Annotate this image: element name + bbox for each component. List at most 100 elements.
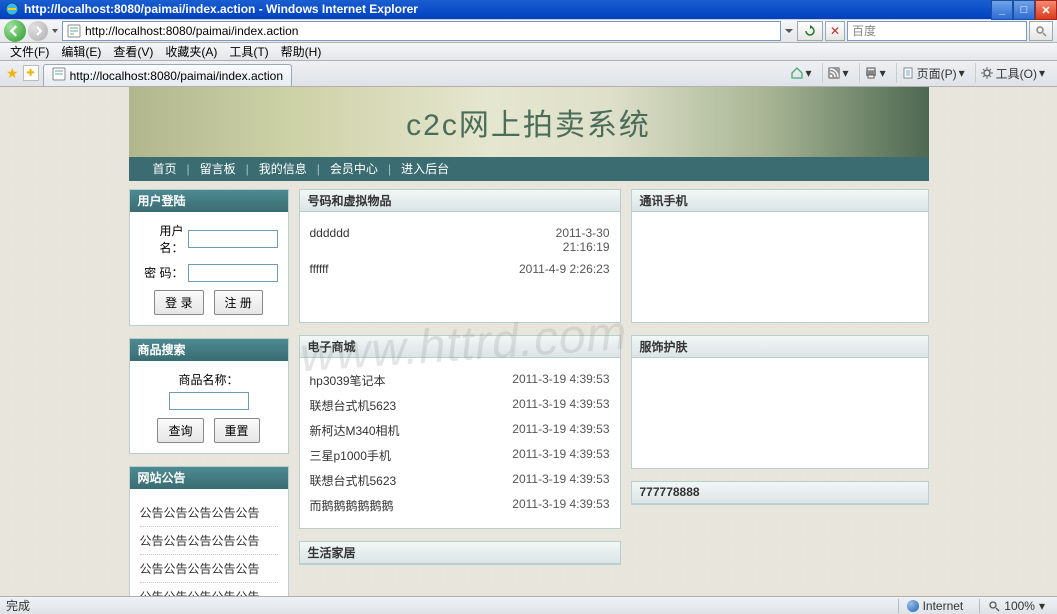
favorites-star-icon[interactable]: ★ <box>6 65 19 82</box>
refresh-button[interactable] <box>797 21 823 41</box>
item-name: 联想台式机5623 <box>310 397 397 414</box>
tab-title: http://localhost:8080/paimai/index.actio… <box>70 69 283 83</box>
login-panel: 用户登陆 用户名： 密 码： 登 录 <box>129 189 289 326</box>
minimize-button[interactable]: _ <box>991 0 1013 20</box>
item-time: 2011-3-30 21:16:19 <box>556 226 610 254</box>
item-name: dddddd <box>310 226 350 254</box>
search-query-button[interactable]: 查询 <box>157 418 203 443</box>
item-time: 2011-3-19 4:39:53 <box>512 397 609 414</box>
notice-item[interactable]: 公告公告公告公告公告 <box>140 499 278 527</box>
login-header: 用户登陆 <box>130 190 288 212</box>
item-name: 联想台式机5623 <box>310 472 397 489</box>
menu-bar: 文件(F) 编辑(E) 查看(V) 收藏夹(A) 工具(T) 帮助(H) <box>0 43 1057 61</box>
clothing-header: 服饰护肤 <box>632 336 928 358</box>
forward-button[interactable] <box>28 21 48 41</box>
tab-bar: ★ ✚ http://localhost:8080/paimai/index.a… <box>0 61 1057 87</box>
feeds-button[interactable]: ▾ <box>822 63 853 83</box>
stop-button[interactable]: ✕ <box>825 21 845 41</box>
search-placeholder: 百度 <box>852 22 876 39</box>
notice-item[interactable]: 公告公告公告公告公告 <box>140 583 278 596</box>
item-name: ffffff <box>310 262 329 276</box>
search-panel: 商品搜索 商品名称： 查询 重置 <box>129 338 289 454</box>
add-favorite-button[interactable]: ✚ <box>23 65 39 81</box>
window-titlebar: http://localhost:8080/paimai/index.actio… <box>0 0 1057 19</box>
menu-view[interactable]: 查看(V) <box>109 43 157 60</box>
list-item[interactable]: hp3039笔记本 2011-3-19 4:39:53 <box>310 368 610 393</box>
close-button[interactable]: ✕ <box>1035 0 1057 20</box>
site-banner: c2c网上拍卖系统 <box>129 87 929 157</box>
address-dropdown-icon[interactable] <box>783 25 795 37</box>
back-button[interactable] <box>4 20 26 42</box>
notice-header: 网站公告 <box>130 467 288 489</box>
rss-icon <box>827 66 841 80</box>
ie-icon <box>4 1 20 17</box>
item-time: 2011-3-19 4:39:53 <box>512 447 609 464</box>
history-dropdown-icon[interactable] <box>50 26 60 36</box>
password-input[interactable] <box>188 264 278 282</box>
list-item[interactable]: 而鹅鹅鹅鹅鹅鹅2011-3-19 4:39:53 <box>310 493 610 518</box>
site-nav: 首页| 留言板| 我的信息| 会员中心| 进入后台 <box>129 157 929 181</box>
list-item[interactable]: 三星p1000手机 2011-3-19 4:39:53 <box>310 443 610 468</box>
list-item[interactable]: dddddd 2011-3-30 21:16:19 <box>310 222 610 258</box>
notice-item[interactable]: 公告公告公告公告公告 <box>140 555 278 583</box>
numbers-panel: 777778888 <box>631 481 929 505</box>
security-zone[interactable]: Internet <box>898 599 972 613</box>
register-button[interactable]: 注 册 <box>214 290 263 315</box>
item-name: hp3039笔记本 <box>310 372 386 389</box>
clothing-panel: 服饰护肤 <box>631 335 929 469</box>
home-button[interactable]: ▾ <box>786 63 816 83</box>
virtual-items-panel: 号码和虚拟物品 dddddd 2011-3-30 21:16:19 ffffff20… <box>299 189 621 323</box>
nav-admin[interactable]: 进入后台 <box>391 160 459 177</box>
page-menu[interactable]: 页面(P) ▾ <box>896 63 969 83</box>
print-icon <box>864 66 878 80</box>
life-home-header: 生活家居 <box>300 542 620 564</box>
nav-myinfo[interactable]: 我的信息 <box>249 160 317 177</box>
page-icon <box>901 66 915 80</box>
menu-help[interactable]: 帮助(H) <box>277 43 326 60</box>
item-name: 三星p1000手机 <box>310 447 391 464</box>
tools-menu[interactable]: 工具(O) ▾ <box>975 63 1049 83</box>
list-item[interactable]: 联想台式机5623 2011-3-19 4:39:53 <box>310 393 610 418</box>
list-item[interactable]: ffffff2011-4-9 2:26:23 <box>310 258 610 280</box>
status-text: 完成 <box>6 597 30 614</box>
maximize-button[interactable]: □ <box>1013 0 1035 20</box>
zoom-control[interactable]: 100% ▾ <box>979 599 1053 613</box>
menu-edit[interactable]: 编辑(E) <box>57 43 105 60</box>
login-button[interactable]: 登 录 <box>154 290 203 315</box>
password-label: 密 码： <box>140 264 184 281</box>
site-title: c2c网上拍卖系统 <box>406 100 651 144</box>
list-item[interactable]: 联想台式机56232011-3-19 4:39:53 <box>310 468 610 493</box>
home-icon <box>790 66 804 80</box>
nav-member[interactable]: 会员中心 <box>320 160 388 177</box>
nav-home[interactable]: 首页 <box>143 160 187 177</box>
item-time: 2011-3-19 4:39:53 <box>512 422 609 439</box>
nav-guestbook[interactable]: 留言板 <box>190 160 246 177</box>
product-search-input[interactable] <box>169 392 249 410</box>
menu-file[interactable]: 文件(F) <box>6 43 53 60</box>
menu-tools[interactable]: 工具(T) <box>225 43 272 60</box>
address-bar[interactable]: http://localhost:8080/paimai/index.actio… <box>62 21 781 41</box>
notice-item[interactable]: 公告公告公告公告公告 <box>140 527 278 555</box>
search-engine-box[interactable]: 百度 <box>847 21 1027 41</box>
menu-favorites[interactable]: 收藏夹(A) <box>161 43 221 60</box>
phone-panel: 通讯手机 <box>631 189 929 323</box>
list-item[interactable]: 新柯达M340相机 2011-3-19 4:39:53 <box>310 418 610 443</box>
zoom-icon <box>988 600 1000 612</box>
search-header: 商品搜索 <box>130 339 288 361</box>
address-toolbar: http://localhost:8080/paimai/index.actio… <box>0 19 1057 43</box>
username-label: 用户名： <box>140 222 184 256</box>
print-button[interactable]: ▾ <box>859 63 890 83</box>
search-go-button[interactable] <box>1029 21 1053 41</box>
globe-icon <box>907 600 919 612</box>
item-time: 2011-3-19 4:39:53 <box>512 372 609 389</box>
virtual-items-header: 号码和虚拟物品 <box>300 190 620 212</box>
search-reset-button[interactable]: 重置 <box>214 418 260 443</box>
window-title: http://localhost:8080/paimai/index.actio… <box>24 2 418 16</box>
page-icon <box>67 24 81 38</box>
electronics-panel: 电子商城 hp3039笔记本2011-3-19 4:39:53联想台式机5623… <box>299 335 621 529</box>
browser-viewport: c2c网上拍卖系统 首页| 留言板| 我的信息| 会员中心| 进入后台 用户登陆… <box>0 87 1057 596</box>
address-url: http://localhost:8080/paimai/index.actio… <box>85 24 298 38</box>
browser-tab[interactable]: http://localhost:8080/paimai/index.actio… <box>43 64 292 86</box>
item-name: 新柯达M340相机 <box>310 422 400 439</box>
username-input[interactable] <box>188 230 278 248</box>
